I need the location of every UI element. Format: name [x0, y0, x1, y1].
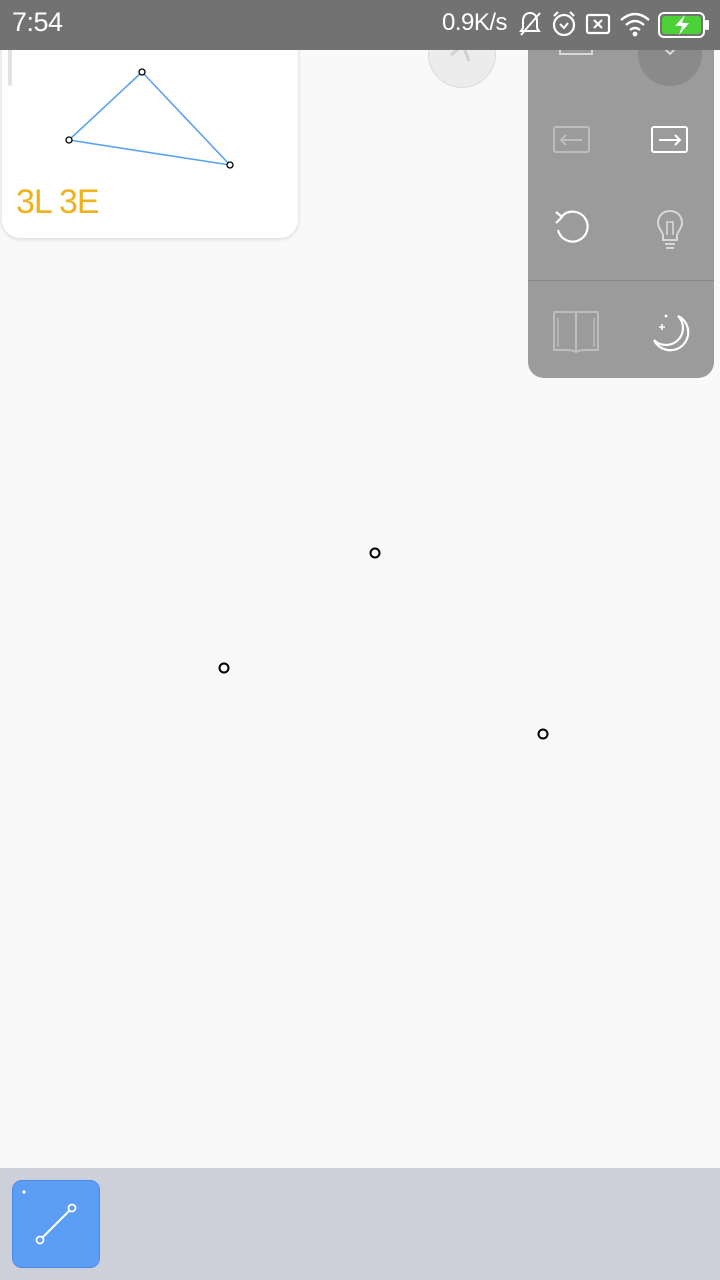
canvas-point[interactable] [369, 547, 381, 559]
undo-arrow-icon [553, 126, 590, 153]
canvas-point[interactable] [537, 728, 549, 740]
battery-charging-icon [658, 12, 709, 38]
network-speed: 0.9K/s [442, 9, 508, 36]
redo-arrow-icon [651, 126, 688, 153]
goal-line [141, 71, 231, 166]
manual-button[interactable] [544, 300, 608, 364]
goal-point [138, 68, 146, 76]
goal-line [68, 139, 231, 166]
status-time: 7:54 [12, 7, 63, 37]
book-icon [553, 311, 599, 354]
line-tool-icon [22, 1190, 77, 1245]
canvas-point[interactable] [218, 662, 230, 674]
goal-point [65, 136, 73, 144]
game-menu-panel [528, 22, 714, 378]
sim-x-icon [585, 13, 611, 35]
hint-bulb-icon [656, 209, 684, 249]
goal-label: 3L 3E [16, 183, 100, 221]
undo-button[interactable] [540, 108, 604, 172]
restart-button[interactable] [540, 196, 604, 260]
menu-divider [528, 280, 714, 281]
alarm-icon [552, 11, 576, 37]
redo-button[interactable] [638, 108, 702, 172]
bell-muted-icon [519, 11, 541, 36]
night-mode-button[interactable] [638, 300, 702, 364]
night-mode-icon [653, 314, 690, 352]
wifi-icon [620, 12, 650, 37]
goal-line [68, 71, 143, 141]
restart-icon [555, 210, 589, 243]
tool-bar [0, 1168, 720, 1280]
status-bar: 7:54 0.9K/s [0, 0, 720, 50]
hint-button-menu[interactable] [638, 196, 702, 260]
goal-point [226, 161, 234, 169]
line-tool-button[interactable] [12, 1180, 100, 1268]
